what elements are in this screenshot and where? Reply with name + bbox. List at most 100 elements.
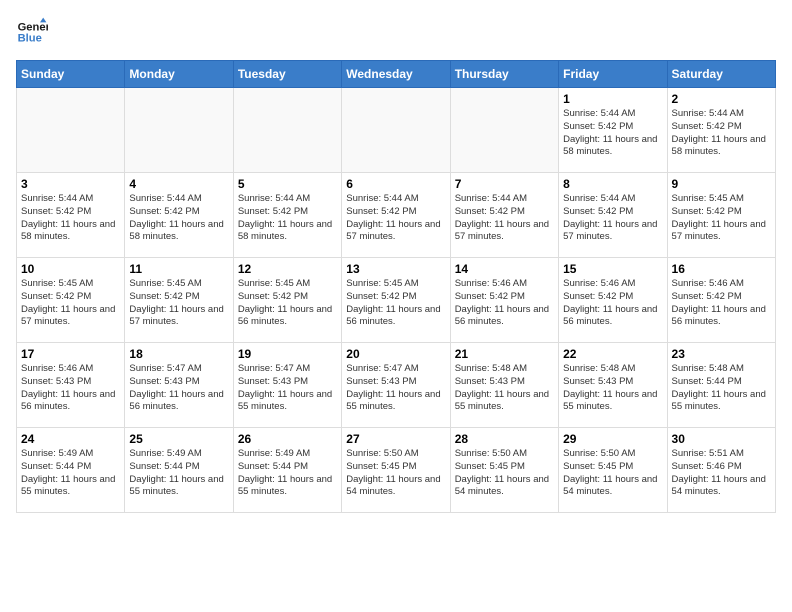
day-number: 29: [563, 432, 662, 446]
day-number: 21: [455, 347, 554, 361]
day-header-tuesday: Tuesday: [233, 61, 341, 88]
day-number: 5: [238, 177, 337, 191]
logo-icon: General Blue: [16, 16, 48, 48]
day-info: Sunrise: 5:49 AM Sunset: 5:44 PM Dayligh…: [238, 448, 337, 499]
svg-text:Blue: Blue: [18, 33, 42, 45]
day-number: 19: [238, 347, 337, 361]
week-row-4: 17Sunrise: 5:46 AM Sunset: 5:43 PM Dayli…: [17, 343, 776, 428]
calendar-cell: 17Sunrise: 5:46 AM Sunset: 5:43 PM Dayli…: [17, 343, 125, 428]
day-number: 20: [346, 347, 445, 361]
calendar-cell: 14Sunrise: 5:46 AM Sunset: 5:42 PM Dayli…: [450, 258, 558, 343]
day-number: 23: [672, 347, 771, 361]
logo: General Blue: [16, 16, 48, 48]
calendar-cell: 3Sunrise: 5:44 AM Sunset: 5:42 PM Daylig…: [17, 173, 125, 258]
day-info: Sunrise: 5:48 AM Sunset: 5:44 PM Dayligh…: [672, 363, 771, 414]
calendar-cell: 12 Sunrise: 5:45 AM Sunset: 5:42 PM Dayli…: [233, 258, 341, 343]
day-header-friday: Friday: [559, 61, 667, 88]
day-number: 13: [346, 262, 445, 276]
calendar-cell: 7 Sunrise: 5:44 AM Sunset: 5:42 PM Daylig…: [450, 173, 558, 258]
day-info: Sunrise: 5:44 AM Sunset: 5:42 PM Dayligh…: [672, 108, 771, 159]
day-number: 4: [129, 177, 228, 191]
calendar-cell: [450, 88, 558, 173]
day-info: Sunrise: 5:46 AM Sunset: 5:42 PM Dayligh…: [563, 278, 662, 329]
calendar-cell: 30 Sunrise: 5:51 AM Sunset: 5:46 PM Dayli…: [667, 428, 775, 513]
day-number: 11: [129, 262, 228, 276]
day-number: 30: [672, 432, 771, 446]
day-info: Sunrise: 5:44 AM Sunset: 5:42 PM Dayligh…: [455, 193, 554, 244]
calendar-cell: 9Sunrise: 5:45 AM Sunset: 5:42 PM Daylig…: [667, 173, 775, 258]
day-number: 16: [672, 262, 771, 276]
day-info: Sunrise: 5:45 AM Sunset: 5:42 PM Dayligh…: [238, 278, 337, 329]
day-header-thursday: Thursday: [450, 61, 558, 88]
day-info: Sunrise: 5:47 AM Sunset: 5:43 PM Dayligh…: [238, 363, 337, 414]
day-info: Sunrise: 5:45 AM Sunset: 5:42 PM Dayligh…: [129, 278, 228, 329]
calendar-cell: 22 Sunrise: 5:48 AM Sunset: 5:43 PM Dayli…: [559, 343, 667, 428]
calendar-cell: 25 Sunrise: 5:49 AM Sunset: 5:44 PM Dayli…: [125, 428, 233, 513]
week-row-1: 1 Sunrise: 5:44 AM Sunset: 5:42 PM Daylig…: [17, 88, 776, 173]
calendar-cell: 5 Sunrise: 5:44 AM Sunset: 5:42 PM Daylig…: [233, 173, 341, 258]
day-info: Sunrise: 5:44 AM Sunset: 5:42 PM Dayligh…: [21, 193, 120, 244]
day-info: Sunrise: 5:46 AM Sunset: 5:42 PM Dayligh…: [455, 278, 554, 329]
day-info: Sunrise: 5:47 AM Sunset: 5:43 PM Dayligh…: [129, 363, 228, 414]
calendar-cell: 29 Sunrise: 5:50 AM Sunset: 5:45 PM Dayli…: [559, 428, 667, 513]
day-info: Sunrise: 5:44 AM Sunset: 5:42 PM Dayligh…: [563, 108, 662, 159]
calendar-cell: 11 Sunrise: 5:45 AM Sunset: 5:42 PM Dayli…: [125, 258, 233, 343]
day-info: Sunrise: 5:44 AM Sunset: 5:42 PM Dayligh…: [346, 193, 445, 244]
day-header-monday: Monday: [125, 61, 233, 88]
calendar-table: SundayMondayTuesdayWednesdayThursdayFrid…: [16, 60, 776, 513]
day-number: 8: [563, 177, 662, 191]
calendar-cell: 15 Sunrise: 5:46 AM Sunset: 5:42 PM Dayli…: [559, 258, 667, 343]
calendar-cell: 8Sunrise: 5:44 AM Sunset: 5:42 PM Daylig…: [559, 173, 667, 258]
day-info: Sunrise: 5:45 AM Sunset: 5:42 PM Dayligh…: [21, 278, 120, 329]
day-number: 1: [563, 92, 662, 106]
day-number: 27: [346, 432, 445, 446]
day-number: 28: [455, 432, 554, 446]
day-info: Sunrise: 5:46 AM Sunset: 5:43 PM Dayligh…: [21, 363, 120, 414]
day-header-saturday: Saturday: [667, 61, 775, 88]
day-number: 15: [563, 262, 662, 276]
calendar-cell: 2Sunrise: 5:44 AM Sunset: 5:42 PM Daylig…: [667, 88, 775, 173]
day-info: Sunrise: 5:50 AM Sunset: 5:45 PM Dayligh…: [563, 448, 662, 499]
day-info: Sunrise: 5:50 AM Sunset: 5:45 PM Dayligh…: [455, 448, 554, 499]
calendar-cell: 4Sunrise: 5:44 AM Sunset: 5:42 PM Daylig…: [125, 173, 233, 258]
day-info: Sunrise: 5:44 AM Sunset: 5:42 PM Dayligh…: [238, 193, 337, 244]
calendar-cell: 28 Sunrise: 5:50 AM Sunset: 5:45 PM Dayli…: [450, 428, 558, 513]
calendar-cell: [342, 88, 450, 173]
day-info: Sunrise: 5:48 AM Sunset: 5:43 PM Dayligh…: [563, 363, 662, 414]
calendar-cell: 27 Sunrise: 5:50 AM Sunset: 5:45 PM Dayli…: [342, 428, 450, 513]
calendar-cell: 16Sunrise: 5:46 AM Sunset: 5:42 PM Dayli…: [667, 258, 775, 343]
calendar-cell: 10Sunrise: 5:45 AM Sunset: 5:42 PM Dayli…: [17, 258, 125, 343]
week-row-3: 10Sunrise: 5:45 AM Sunset: 5:42 PM Dayli…: [17, 258, 776, 343]
calendar-cell: 20 Sunrise: 5:47 AM Sunset: 5:43 PM Dayli…: [342, 343, 450, 428]
day-number: 22: [563, 347, 662, 361]
day-info: Sunrise: 5:50 AM Sunset: 5:45 PM Dayligh…: [346, 448, 445, 499]
calendar-cell: 24Sunrise: 5:49 AM Sunset: 5:44 PM Dayli…: [17, 428, 125, 513]
week-row-2: 3Sunrise: 5:44 AM Sunset: 5:42 PM Daylig…: [17, 173, 776, 258]
day-info: Sunrise: 5:51 AM Sunset: 5:46 PM Dayligh…: [672, 448, 771, 499]
header: General Blue: [16, 16, 776, 48]
day-number: 25: [129, 432, 228, 446]
calendar-header-row: SundayMondayTuesdayWednesdayThursdayFrid…: [17, 61, 776, 88]
calendar-cell: 26 Sunrise: 5:49 AM Sunset: 5:44 PM Dayli…: [233, 428, 341, 513]
day-info: Sunrise: 5:47 AM Sunset: 5:43 PM Dayligh…: [346, 363, 445, 414]
day-header-wednesday: Wednesday: [342, 61, 450, 88]
day-info: Sunrise: 5:49 AM Sunset: 5:44 PM Dayligh…: [129, 448, 228, 499]
day-info: Sunrise: 5:45 AM Sunset: 5:42 PM Dayligh…: [672, 193, 771, 244]
calendar-cell: 13 Sunrise: 5:45 AM Sunset: 5:42 PM Dayli…: [342, 258, 450, 343]
week-row-5: 24Sunrise: 5:49 AM Sunset: 5:44 PM Dayli…: [17, 428, 776, 513]
day-info: Sunrise: 5:49 AM Sunset: 5:44 PM Dayligh…: [21, 448, 120, 499]
day-number: 6: [346, 177, 445, 191]
calendar-cell: [17, 88, 125, 173]
calendar-cell: 19 Sunrise: 5:47 AM Sunset: 5:43 PM Dayli…: [233, 343, 341, 428]
day-info: Sunrise: 5:45 AM Sunset: 5:42 PM Dayligh…: [346, 278, 445, 329]
day-number: 7: [455, 177, 554, 191]
day-number: 26: [238, 432, 337, 446]
day-number: 12: [238, 262, 337, 276]
calendar-cell: [125, 88, 233, 173]
svg-text:General: General: [18, 21, 48, 33]
day-header-sunday: Sunday: [17, 61, 125, 88]
day-info: Sunrise: 5:48 AM Sunset: 5:43 PM Dayligh…: [455, 363, 554, 414]
calendar-cell: 1 Sunrise: 5:44 AM Sunset: 5:42 PM Daylig…: [559, 88, 667, 173]
calendar-cell: [233, 88, 341, 173]
calendar-cell: 18Sunrise: 5:47 AM Sunset: 5:43 PM Dayli…: [125, 343, 233, 428]
